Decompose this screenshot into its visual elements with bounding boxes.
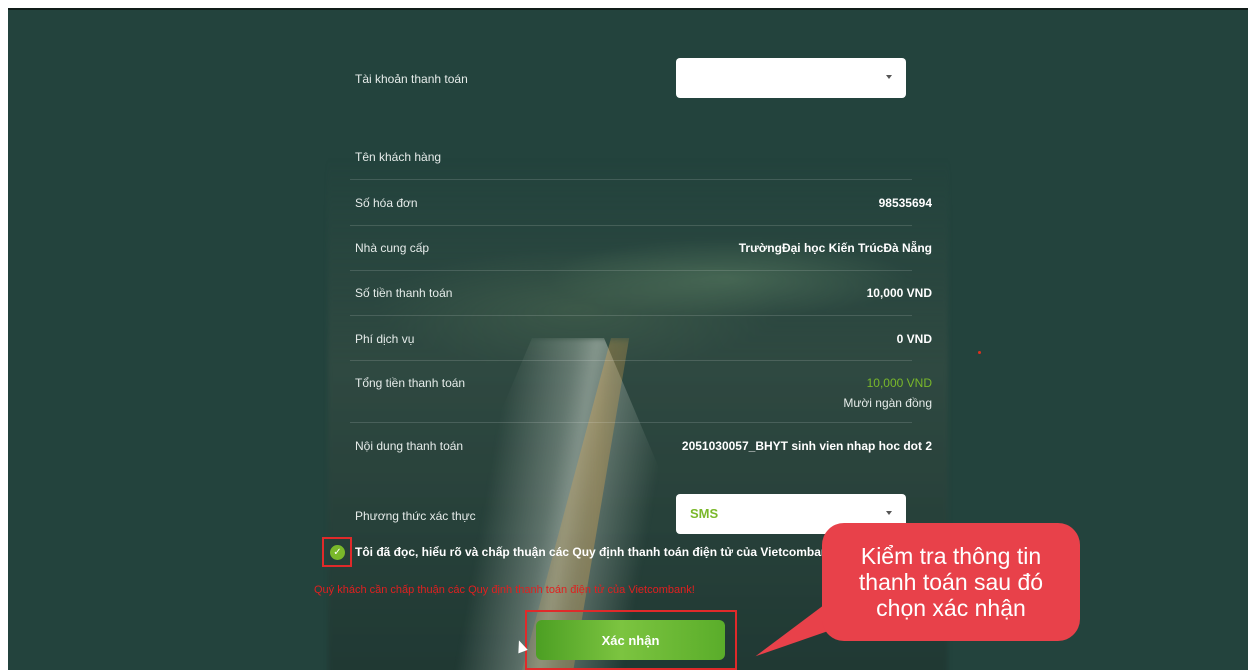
terms-agreement-text: Tôi đã đọc, hiểu rõ và chấp thuận các Qu…	[355, 545, 839, 559]
triangle-down-icon	[886, 511, 892, 515]
provider-label: Nhà cung cấp	[355, 241, 430, 255]
callout-line: thanh toán sau đó	[858, 569, 1044, 595]
divider	[350, 225, 912, 226]
check-circle-icon[interactable]: ✓	[330, 545, 345, 560]
payment-content-label: Nội dung thanh toán	[355, 439, 464, 453]
auth-method-value: SMS	[690, 506, 719, 521]
provider-value: TrườngĐại học Kiến TrúcĐà Nẵng	[738, 241, 932, 255]
account-select[interactable]	[676, 58, 906, 98]
callout-line: chọn xác nhận	[876, 595, 1026, 621]
total-value: 10,000 VND	[866, 376, 932, 390]
terms-warning-text: Quý khách cần chấp thuận các Quy định th…	[314, 584, 695, 596]
account-label: Tài khoản thanh toán	[355, 72, 468, 86]
total-in-words: Mười ngàn đồng	[843, 396, 932, 410]
divider	[350, 422, 912, 423]
divider	[350, 360, 912, 361]
callout-line: Kiểm tra thông tin	[860, 543, 1042, 569]
auth-method-label: Phương thức xác thực	[355, 509, 476, 523]
payment-content-value: 2051030057_BHYT sinh vien nhap hoc dot 2	[681, 439, 932, 453]
invoice-value: 98535694	[878, 196, 932, 210]
divider	[350, 270, 912, 271]
confirm-button[interactable]: Xác nhận	[536, 620, 725, 660]
divider	[350, 179, 912, 180]
stray-dot	[978, 351, 981, 354]
fee-label: Phí dịch vụ	[355, 332, 415, 346]
amount-label: Số tiền thanh toán	[355, 286, 453, 300]
invoice-label: Số hóa đơn	[355, 196, 418, 210]
amount-value: 10,000 VND	[866, 286, 932, 300]
triangle-down-icon	[886, 75, 892, 79]
fee-value: 0 VND	[896, 332, 932, 346]
instruction-callout: Kiểm tra thông tin thanh toán sau đó chọ…	[822, 523, 1080, 641]
customer-name-label: Tên khách hàng	[355, 150, 442, 164]
divider	[350, 315, 912, 316]
total-label: Tổng tiền thanh toán	[355, 376, 466, 390]
